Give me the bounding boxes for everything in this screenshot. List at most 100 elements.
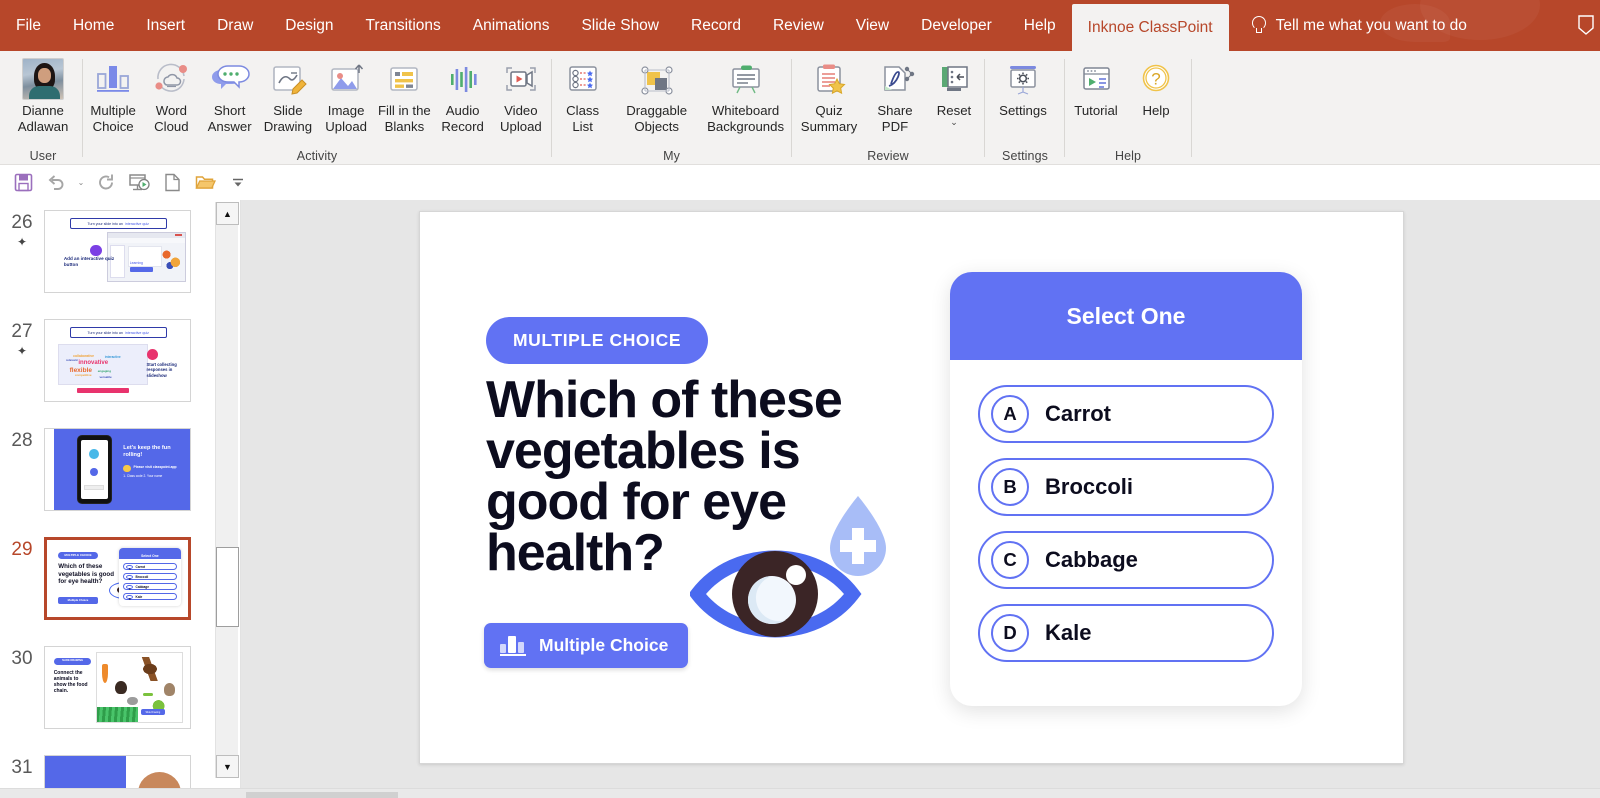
button-label: Slide Drawing <box>264 103 312 134</box>
class-list-button[interactable]: Class List <box>553 51 612 134</box>
tab-animations[interactable]: Animations <box>457 0 566 51</box>
tutorial-button[interactable]: Tutorial <box>1066 51 1126 119</box>
save-button[interactable] <box>8 169 38 197</box>
short-answer-button[interactable]: Short Answer <box>201 51 259 134</box>
slide-number-label: 26 <box>11 212 32 233</box>
video-upload-button[interactable]: Video Upload <box>492 51 550 134</box>
slide-thumbnail-item[interactable]: 26 ✦ Turn your slide into aninteractive … <box>0 210 213 293</box>
current-slide[interactable]: MULTIPLE CHOICE Which of these vegetable… <box>419 211 1404 764</box>
image-upload-button[interactable]: Image Upload <box>317 51 375 134</box>
answer-option-b[interactable]: B Broccoli <box>978 458 1274 516</box>
ribbon-group-help: Tutorial ? Help Help <box>1066 51 1190 165</box>
scrollbar-thumb[interactable] <box>216 547 239 627</box>
reset-button[interactable]: Reset ⌄ <box>925 51 983 126</box>
slide-thumbnail-panel[interactable]: 26 ✦ Turn your slide into aninteractive … <box>0 200 213 798</box>
tab-home[interactable]: Home <box>57 0 130 51</box>
settings-button[interactable]: Settings <box>986 51 1060 119</box>
slide-panel-scrollbar[interactable]: ▲ ▼ <box>215 202 238 778</box>
ribbon-display-options-icon[interactable] <box>1576 14 1596 36</box>
eye-with-eye-drop-icon <box>690 474 930 654</box>
start-from-beginning-button[interactable] <box>124 169 154 197</box>
tab-transitions[interactable]: Transitions <box>350 0 457 51</box>
tab-help[interactable]: Help <box>1008 0 1072 51</box>
button-label: Tutorial <box>1074 103 1117 119</box>
customize-quick-access-button[interactable] <box>223 169 253 197</box>
answer-option-c[interactable]: C Cabbage <box>978 531 1274 589</box>
slide-drawing-button[interactable]: Slide Drawing <box>259 51 317 134</box>
redo-button[interactable] <box>91 169 121 197</box>
button-label: Help <box>1142 103 1169 119</box>
answer-option-a[interactable]: A Carrot <box>978 385 1274 443</box>
thumb26-step-dot <box>90 245 102 256</box>
slide-thumbnail-item[interactable]: 28 Let's keep the fun rolling! Please vi… <box>0 428 213 511</box>
tab-insert[interactable]: Insert <box>130 0 201 51</box>
audio-record-button[interactable]: Audio Record <box>434 51 492 134</box>
lightbulb-icon <box>1251 16 1267 36</box>
share-pdf-icon <box>874 60 916 98</box>
slide-thumbnail-28[interactable]: Let's keep the fun rolling! Please visit… <box>44 428 191 511</box>
multiple-choice-button[interactable]: Multiple Choice <box>84 51 142 134</box>
quiz-summary-button[interactable]: Quiz Summary <box>793 51 865 134</box>
tell-me-search[interactable]: Tell me what you want to do <box>1251 0 1467 51</box>
whiteboard-backgrounds-button[interactable]: Whiteboard Backgrounds <box>701 51 790 134</box>
undo-dropdown-chevron-icon[interactable]: ⌄ <box>74 169 88 197</box>
option-text: Cabbage <box>1045 547 1138 573</box>
slide-thumbnail-item[interactable]: 30 SLIDE DRAWING Connect the animals to … <box>0 646 213 729</box>
ribbon-group-settings: Settings Settings <box>986 51 1064 165</box>
draggable-objects-button[interactable]: Draggable Objects <box>612 51 701 134</box>
status-bar <box>0 788 1600 798</box>
bar-chart-icon <box>500 636 526 656</box>
share-pdf-button[interactable]: Share PDF <box>865 51 925 134</box>
chevron-down-icon[interactable]: ⌄ <box>950 119 958 126</box>
help-button[interactable]: ? Help <box>1126 51 1186 119</box>
slide-thumbnail-30[interactable]: SLIDE DRAWING Connect the animals to sho… <box>44 646 191 729</box>
word-cloud-button[interactable]: Word Cloud <box>142 51 200 134</box>
status-bar-handle[interactable] <box>246 792 398 798</box>
undo-button[interactable] <box>41 169 71 197</box>
open-folder-button[interactable] <box>190 169 220 197</box>
fill-in-the-blanks-button[interactable]: Fill in the Blanks <box>375 51 433 134</box>
slide-number: 30 <box>0 646 44 729</box>
thumb30-badge: SLIDE DRAWING <box>54 658 92 664</box>
scroll-down-button[interactable]: ▼ <box>216 755 239 778</box>
tab-developer[interactable]: Developer <box>905 0 1008 51</box>
answer-option-d[interactable]: D Kale <box>978 604 1274 662</box>
scroll-up-button[interactable]: ▲ <box>216 202 239 225</box>
slide-thumbnail-26[interactable]: Turn your slide into aninteractive quiz … <box>44 210 191 293</box>
user-name-label: Dianne Adlawan <box>18 103 69 134</box>
thumb27-step-dot <box>147 349 159 360</box>
floppy-disk-icon <box>14 173 33 192</box>
button-label: Audio Record <box>441 103 484 134</box>
group-label-user: User <box>4 149 82 163</box>
tab-view[interactable]: View <box>840 0 905 51</box>
answer-options-card: Select One A Carrot B Broccoli C Cabbage <box>950 272 1302 706</box>
slide-thumbnail-29[interactable]: MULTIPLE CHOICE Which of these vegetable… <box>44 537 191 620</box>
slide-thumbnail-item-selected[interactable]: 29 MULTIPLE CHOICE Which of these vegeta… <box>0 537 213 620</box>
button-label: Draggable Objects <box>626 103 687 134</box>
option-key: D <box>991 614 1029 652</box>
tab-design[interactable]: Design <box>269 0 349 51</box>
thumb28-line1: Please visit classpoint.app <box>133 465 185 469</box>
tab-slide-show[interactable]: Slide Show <box>565 0 675 51</box>
tab-review[interactable]: Review <box>757 0 840 51</box>
tab-draw[interactable]: Draw <box>201 0 269 51</box>
tutorial-icon <box>1075 60 1117 98</box>
chevron-down-icon <box>230 175 246 191</box>
new-document-icon <box>164 173 181 192</box>
group-label-activity: Activity <box>84 149 550 163</box>
button-label: Whiteboard Backgrounds <box>707 103 784 134</box>
tab-inknoe-classpoint[interactable]: Inknoe ClassPoint <box>1072 4 1229 51</box>
slide-thumbnail-27[interactable]: Turn your slide into aninteractive quiz … <box>44 319 191 402</box>
multiple-choice-activity-button[interactable]: Multiple Choice <box>484 623 688 668</box>
new-document-button[interactable] <box>157 169 187 197</box>
button-label: Multiple Choice <box>90 103 135 134</box>
speech-bubbles-icon <box>208 60 252 98</box>
whiteboard-icon <box>724 60 768 98</box>
activity-button-label: Multiple Choice <box>539 635 668 656</box>
tab-record[interactable]: Record <box>675 0 757 51</box>
tab-file[interactable]: File <box>0 0 57 51</box>
slide-thumbnail-item[interactable]: 27 ✦ Turn your slide into aninteractive … <box>0 319 213 402</box>
slide-badge: MULTIPLE CHOICE <box>486 317 708 364</box>
thumb29-activity-button: Multiple Choice <box>58 597 97 604</box>
user-profile-button[interactable]: Dianne Adlawan <box>4 51 82 134</box>
